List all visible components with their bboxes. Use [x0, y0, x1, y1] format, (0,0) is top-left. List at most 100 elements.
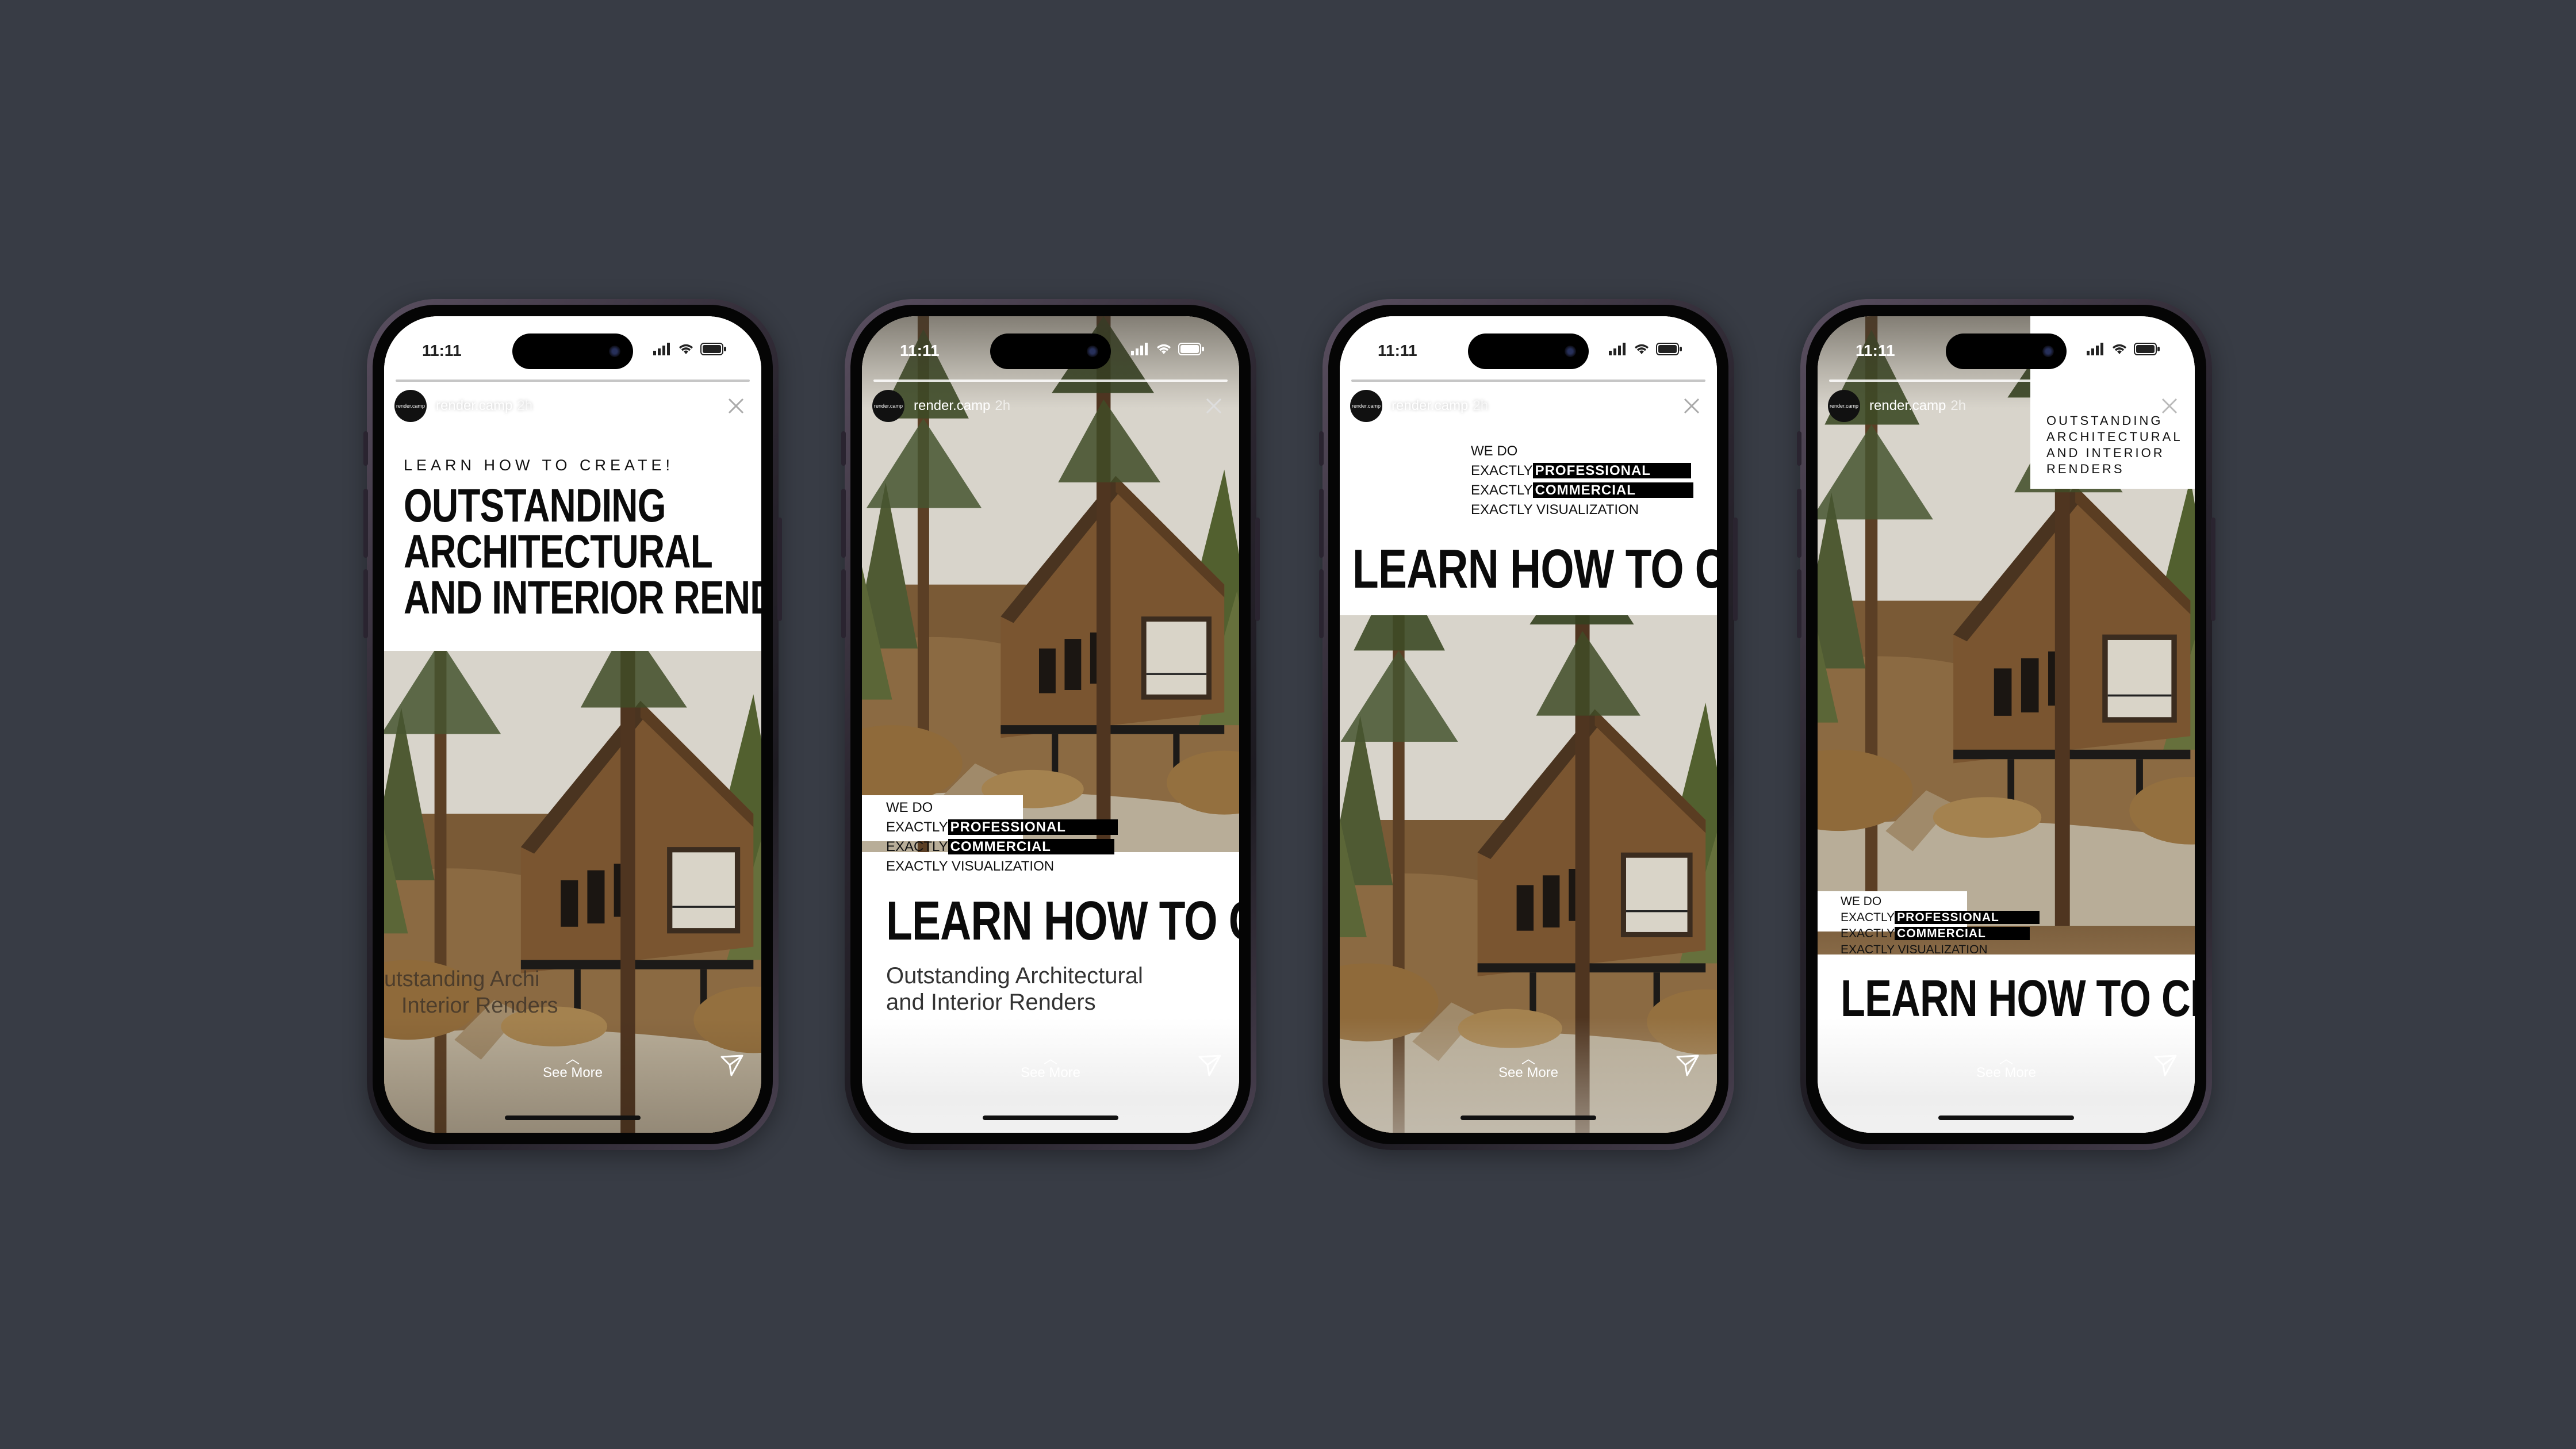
story-header: render.camp render.camp 2h — [1350, 390, 1705, 424]
home-indicator[interactable] — [1938, 1116, 2074, 1120]
see-more-button[interactable]: ︿ See More — [515, 1051, 630, 1081]
see-more-label: See More — [1498, 1065, 1559, 1080]
close-icon[interactable] — [1681, 396, 1702, 416]
send-icon[interactable] — [1676, 1053, 1700, 1078]
line-1-prefix: EXACTLY — [1841, 911, 1895, 924]
we-do-label: WE DO — [1841, 895, 1882, 908]
avatar[interactable]: render.camp — [1828, 390, 1860, 422]
headline-line-3: AND INTERIOR RENDERS — [404, 572, 761, 624]
account-handle[interactable]: render.camp — [436, 398, 512, 413]
phone-mockup-1: LEARN HOW TO CREATE! OUTSTANDING ARCHITE… — [363, 299, 782, 1150]
story-header: render.camp render.camp 2h — [1828, 390, 2183, 424]
account-name[interactable]: render.camp 2h — [1869, 398, 1966, 414]
eyebrow-text: LEARN HOW TO CREATE! — [404, 457, 674, 474]
send-icon[interactable] — [1198, 1053, 1222, 1078]
home-indicator[interactable] — [1460, 1116, 1596, 1120]
overlay-caption-line-1: utstanding Archi — [384, 967, 540, 991]
account-name[interactable]: render.camp 2h — [1392, 398, 1488, 414]
story-age: 2h — [995, 398, 1011, 413]
volume-down-button — [363, 569, 368, 638]
send-icon[interactable] — [2153, 1053, 2178, 1078]
subline-line-1: Outstanding Architectural — [886, 963, 1143, 988]
avatar[interactable]: render.camp — [1350, 390, 1382, 422]
headline-line-1: OUTSTANDING — [404, 480, 666, 532]
close-icon[interactable] — [1203, 396, 1224, 416]
avatar[interactable]: render.camp — [872, 390, 904, 422]
line-2-highlight: COMMERCIAL — [948, 839, 1055, 854]
send-icon[interactable] — [720, 1053, 744, 1078]
story-progress-bar — [1351, 379, 1705, 382]
wifi-icon — [678, 344, 693, 354]
headline: OUTSTANDING ARCHITECTURAL AND INTERIOR R… — [404, 480, 761, 624]
signal-icon — [1609, 343, 1626, 355]
account-name[interactable]: render.camp 2h — [914, 398, 1010, 414]
see-more-label: See More — [1976, 1065, 2037, 1080]
line-2-prefix: EXACTLY — [1841, 927, 1895, 940]
status-bar: 11:11 — [900, 340, 1205, 363]
headline: LEARN HOW TO CREATE — [1841, 970, 2195, 1028]
status-bar: 11:11 — [1856, 340, 2160, 363]
see-more-label: See More — [1020, 1065, 1081, 1080]
avatar[interactable]: render.camp — [394, 390, 427, 422]
see-more-button[interactable]: ︿ See More — [993, 1052, 1108, 1081]
we-do-label: WE DO — [1471, 443, 1518, 459]
headline-line-2: ARCHITECTURAL — [404, 526, 713, 578]
line-3: EXACTLY VISUALIZATION — [886, 858, 1055, 874]
story-age: 2h — [1950, 398, 1966, 413]
account-handle[interactable]: render.camp — [1869, 398, 1946, 413]
we-do-block: WE DO EXACTLY PROFESSIONAL EXACTLY COMMERC… — [1841, 894, 2040, 958]
line-1-prefix: EXACTLY — [886, 819, 948, 835]
wifi-icon — [1156, 344, 1171, 354]
account-handle[interactable]: render.camp — [914, 398, 990, 413]
headline: LEARN HOW TO CREATE — [1352, 538, 1717, 600]
story-screen-4[interactable]: OUTSTANDING ARCHITECTURAL AND INTERIOR R… — [1818, 316, 2195, 1133]
story-age: 2h — [517, 398, 533, 413]
see-more-label: See More — [542, 1065, 603, 1080]
story-screen-1[interactable]: LEARN HOW TO CREATE! OUTSTANDING ARCHITE… — [384, 316, 761, 1133]
story-header: render.camp render.camp 2h — [872, 390, 1228, 424]
overlay-caption: utstanding Archi Interior Renders — [384, 966, 558, 1019]
close-icon[interactable] — [726, 396, 746, 416]
we-do-block: WE DO EXACTLY PROFESSIONAL EXACTLY COMMERC… — [1471, 442, 1693, 520]
battery-icon — [1178, 343, 1204, 355]
story-header: render.camp render.camp 2h — [394, 390, 750, 424]
account-handle[interactable]: render.camp — [1392, 398, 1468, 413]
line-2-highlight: COMMERCIAL — [1895, 927, 1989, 940]
line-1-highlight: PROFESSIONAL — [1895, 911, 2003, 924]
line-1-prefix: EXACTLY — [1471, 463, 1533, 478]
signal-icon — [653, 343, 670, 355]
subline: Outstanding Architectural and Interior R… — [886, 963, 1143, 1015]
chevron-up-icon: ︿ — [566, 1051, 580, 1067]
status-time: 11:11 — [422, 342, 462, 359]
battery-icon — [1656, 343, 1682, 355]
phone-mockup-4: OUTSTANDING ARCHITECTURAL AND INTERIOR R… — [1797, 299, 2215, 1150]
status-time: 11:11 — [1378, 342, 1417, 359]
corner-text-line-4: RENDERS — [2046, 462, 2125, 476]
phone-mockup-3: WE DO EXACTLY PROFESSIONAL EXACTLY COMMERC… — [1319, 299, 1738, 1150]
line-2-prefix: EXACTLY — [886, 839, 948, 854]
story-screen-2[interactable]: WE DO EXACTLY PROFESSIONAL EXACTLY COMMERC… — [862, 316, 1239, 1133]
line-2-highlight: COMMERCIAL — [1532, 482, 1639, 498]
story-progress-bar — [873, 379, 1228, 382]
home-indicator[interactable] — [983, 1116, 1118, 1120]
account-name[interactable]: render.camp 2h — [436, 398, 532, 414]
story-progress-bar — [1829, 379, 2183, 382]
corner-text-line-3: AND INTERIOR — [2046, 446, 2165, 460]
volume-up-button — [363, 489, 368, 558]
line-1-highlight: PROFESSIONAL — [948, 819, 1070, 835]
story-progress-bar — [396, 379, 750, 382]
corner-text-line-2: ARCHITECTURAL — [2046, 430, 2183, 444]
home-indicator[interactable] — [505, 1116, 641, 1120]
see-more-button[interactable]: ︿ See More — [1949, 1051, 2064, 1081]
see-more-button[interactable]: ︿ See More — [1471, 1051, 1586, 1081]
line-3: EXACTLY VISUALIZATION — [1841, 943, 1988, 956]
status-bar: 11:11 — [422, 340, 727, 363]
chevron-up-icon: ︿ — [1521, 1051, 1535, 1067]
line-3: EXACTLY VISUALIZATION — [1471, 502, 1639, 518]
story-screen-3[interactable]: WE DO EXACTLY PROFESSIONAL EXACTLY COMMERC… — [1340, 316, 1717, 1133]
status-time: 11:11 — [1856, 342, 1895, 359]
chevron-up-icon: ︿ — [1999, 1051, 2013, 1067]
close-icon[interactable] — [2159, 396, 2180, 416]
wifi-icon — [2112, 344, 2127, 354]
overlay-caption-line-2: Interior Renders — [401, 994, 558, 1018]
